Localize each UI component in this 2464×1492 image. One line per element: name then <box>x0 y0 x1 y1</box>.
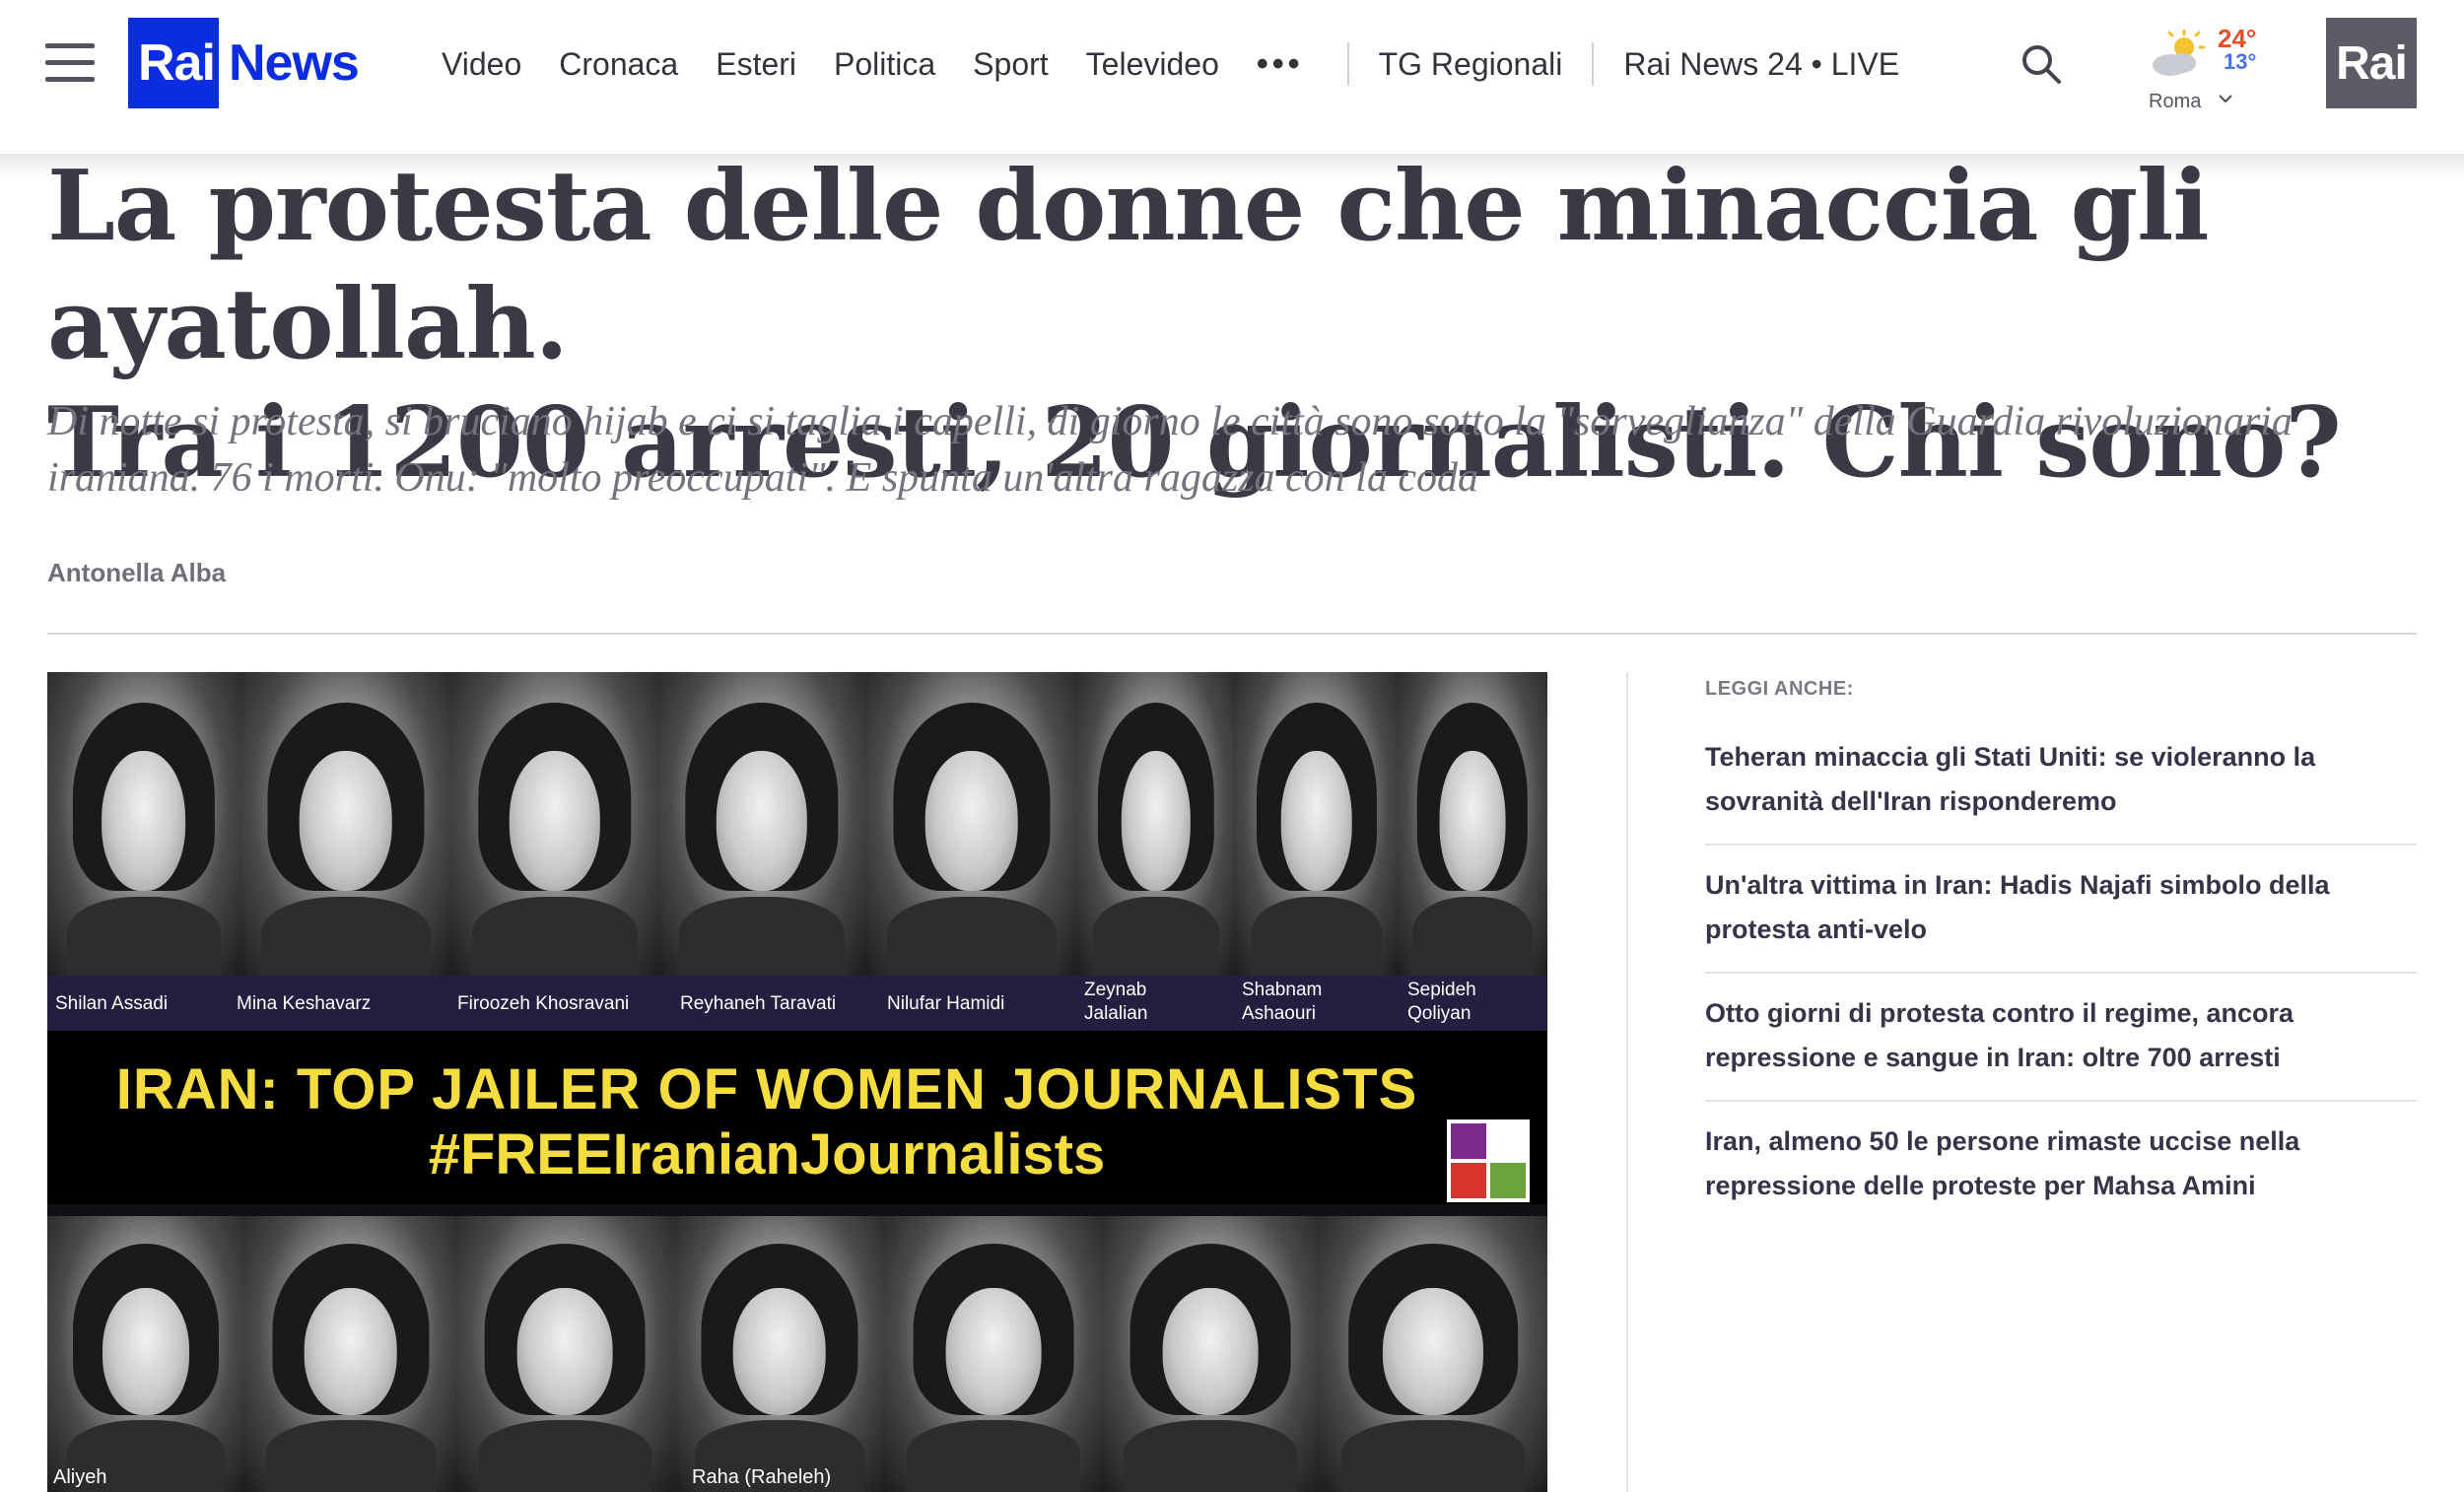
portrait-photo <box>1398 672 1547 976</box>
portrait-photo <box>47 1216 244 1492</box>
logo-rai-text: Rai <box>128 18 219 108</box>
journalist-name: Ashaouri <box>1242 1003 1316 1024</box>
related-title: LEGGI ANCHE: <box>1705 678 1854 700</box>
related-article-link[interactable]: Teheran minaccia gli Stati Uniti: se vio… <box>1705 735 2417 824</box>
portrait-photo <box>658 672 865 976</box>
names-strip: Shilan Assadi Mina Keshavarz Firoozeh Kh… <box>47 976 1547 1031</box>
portrait-photo <box>1235 672 1398 976</box>
journalist-name: Raha (Raheleh) <box>692 1466 832 1488</box>
journalist-name: Aliyeh <box>53 1466 107 1488</box>
portrait-photo <box>451 672 658 976</box>
sidebar-divider <box>1626 672 1628 1492</box>
journalist-name: Qoliyan <box>1407 1003 1472 1024</box>
related-separator <box>1705 1100 2417 1102</box>
journalist-name: Jalalian <box>1084 1003 1148 1024</box>
related-article-link[interactable]: Un'altra vittima in Iran: Hadis Najafi s… <box>1705 863 2417 952</box>
image-banner: IRAN: TOP JAILER OF WOMEN JOURNALISTS #F… <box>47 1031 1547 1204</box>
nav-item-politica[interactable]: Politica <box>834 46 935 83</box>
journalist-name: Firoozeh Khosravani <box>457 993 630 1014</box>
menu-icon[interactable] <box>45 43 95 83</box>
weather-city: Roma <box>2149 91 2202 112</box>
rai-portal-logo[interactable]: Rai <box>2326 18 2417 108</box>
article-subtitle: Di notte si protesta, si bruciano hijab … <box>47 399 2293 501</box>
portrait-photo <box>1077 672 1235 976</box>
nav-divider <box>1346 42 1349 86</box>
rainews-logo[interactable]: Rai News <box>128 18 360 108</box>
cfwij-logo <box>1447 1119 1530 1202</box>
portrait-photo <box>673 1216 885 1492</box>
journalist-name: Mina Keshavarz <box>237 993 372 1014</box>
related-article-link[interactable]: Iran, almeno 50 le persone rimaste uccis… <box>1705 1119 2417 1208</box>
portrait-photo <box>865 672 1077 976</box>
article-hero-image[interactable]: Shilan Assadi Mina Keshavarz Firoozeh Kh… <box>47 672 1547 1492</box>
journalist-name: Reyhaneh Taravati <box>680 993 837 1014</box>
banner-hashtag: #FREEIranianJournalists <box>428 1122 1106 1187</box>
weather-widget[interactable]: 24° 13° Roma <box>2145 20 2283 118</box>
portrait-photo <box>47 672 240 976</box>
related-article-link[interactable]: Otto giorni di protesta contro il regime… <box>1705 991 2417 1080</box>
search-icon[interactable] <box>2019 41 2064 87</box>
logo-news-text: News <box>229 34 360 92</box>
journalist-name: Shilan Assadi <box>55 993 169 1014</box>
site-header: Rai News Video Cronaca Esteri Politica S… <box>0 0 2464 154</box>
more-menu-icon[interactable]: ••• <box>1257 45 1304 84</box>
nav-item-video[interactable]: Video <box>442 46 521 83</box>
partly-cloudy-icon <box>2149 29 2208 79</box>
portrait-photo <box>1102 1216 1319 1492</box>
main-nav: Video Cronaca Esteri Politica Sport Tele… <box>442 39 1899 89</box>
nav-divider <box>1592 42 1595 86</box>
portrait-photo <box>240 672 451 976</box>
banner-headline: IRAN: TOP JAILER OF WOMEN JOURNALISTS <box>115 1057 1418 1121</box>
chevron-down-icon <box>2216 89 2235 114</box>
journalist-name: Sepideh <box>1407 980 1476 1000</box>
journalist-name: Shabnam <box>1242 980 1323 1000</box>
article-author[interactable]: Antonella Alba <box>47 558 226 588</box>
journalist-name: Nilufar Hamidi <box>887 993 1005 1014</box>
portrait-photo <box>1319 1216 1547 1492</box>
temperature-min: 13° <box>2224 49 2257 74</box>
portrait-photo <box>456 1216 673 1492</box>
portrait-photo <box>885 1216 1102 1492</box>
nav-item-esteri[interactable]: Esteri <box>716 46 796 83</box>
article-title-line-1: La protesta delle donne che minaccia gli… <box>47 150 2210 381</box>
portrait-photo <box>244 1216 456 1492</box>
journalist-name: Zeynab <box>1084 980 1147 1000</box>
related-separator <box>1705 972 2417 974</box>
nav-item-televideo[interactable]: Televideo <box>1086 46 1219 83</box>
article-divider <box>47 633 2417 635</box>
nav-item-tg-regionali[interactable]: TG Regionali <box>1379 46 1563 83</box>
nav-item-rainews24-live[interactable]: Rai News 24 • LIVE <box>1623 46 1899 83</box>
nav-item-cronaca[interactable]: Cronaca <box>559 46 678 83</box>
related-separator <box>1705 844 2417 846</box>
nav-item-sport[interactable]: Sport <box>973 46 1048 83</box>
